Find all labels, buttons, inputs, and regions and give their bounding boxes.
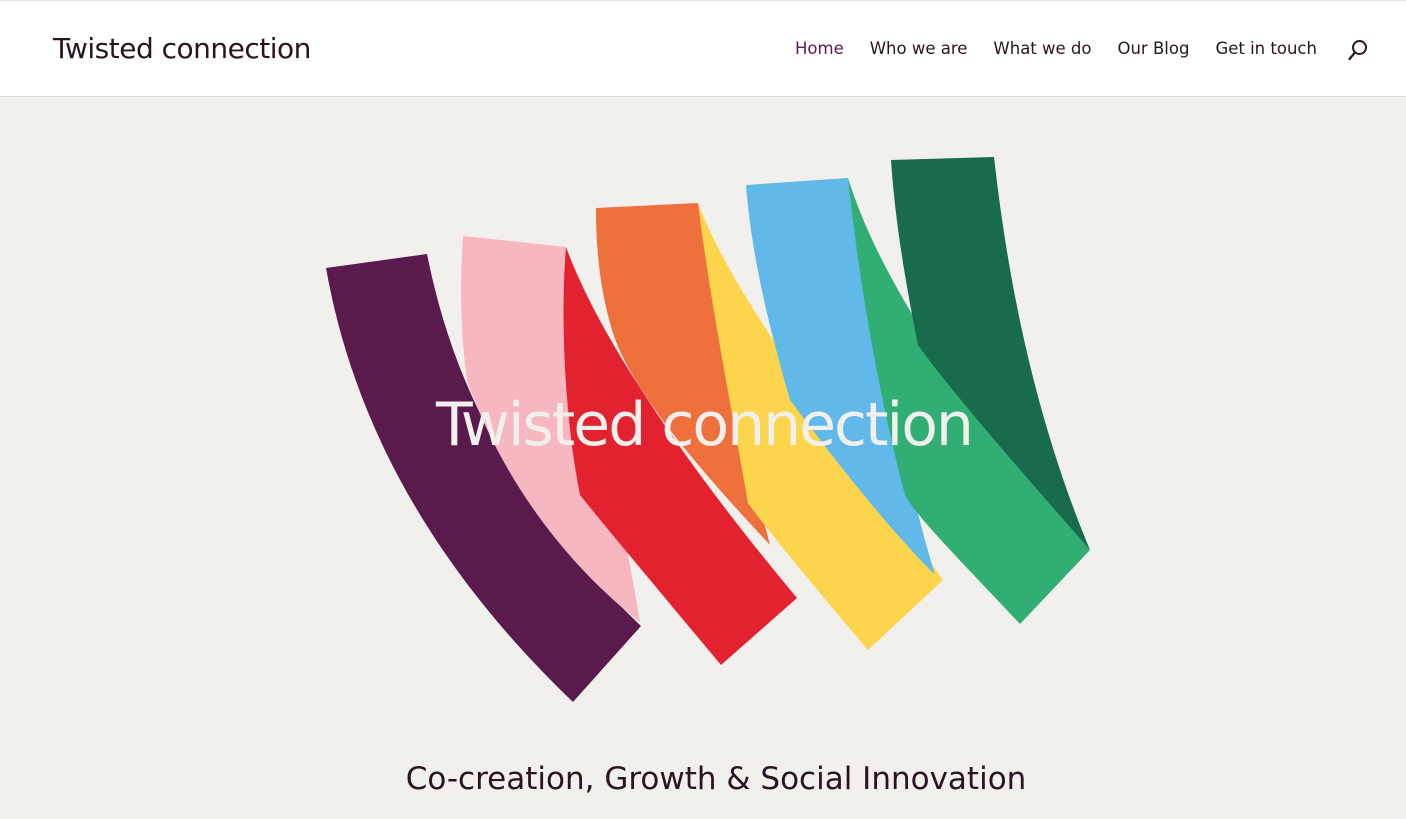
nav-item-get-in-touch[interactable]: Get in touch: [1215, 39, 1317, 59]
hero-section: Twisted connection Co-creation, Growth &…: [0, 97, 1406, 819]
search-icon[interactable]: [1346, 38, 1370, 62]
site-logo[interactable]: Twisted connection: [53, 31, 311, 67]
hero-title: Twisted connection: [436, 390, 974, 460]
main-nav: Home Who we are What we do Our Blog Get …: [795, 39, 1317, 59]
nav-item-what-we-do[interactable]: What we do: [993, 39, 1091, 59]
site-header: Twisted connection Home Who we are What …: [0, 0, 1406, 97]
nav-item-home[interactable]: Home: [795, 39, 844, 59]
nav-item-our-blog[interactable]: Our Blog: [1117, 39, 1189, 59]
hero-tagline: Co-creation, Growth & Social Innovation: [405, 761, 1027, 797]
nav-item-who-we-are[interactable]: Who we are: [870, 39, 968, 59]
